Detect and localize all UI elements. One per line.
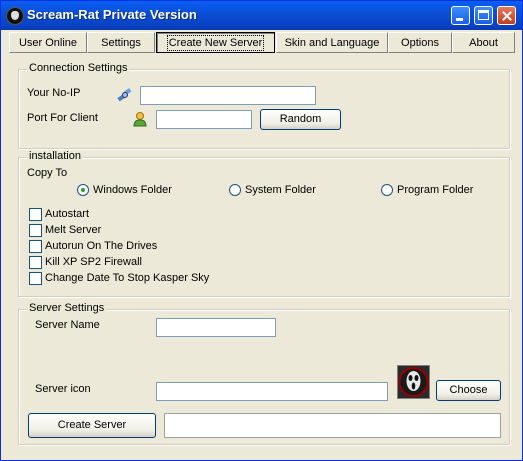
radio-system-folder[interactable] xyxy=(229,184,241,196)
user-icon xyxy=(133,112,147,127)
radio-windows-folder[interactable] xyxy=(77,184,89,196)
tab-options[interactable]: Options xyxy=(388,32,452,53)
tab-about[interactable]: About xyxy=(452,32,515,53)
tab-user-online[interactable]: User Online xyxy=(9,32,87,53)
status-field xyxy=(164,413,501,438)
server-icon-preview xyxy=(397,365,430,399)
checkbox-label: Melt Server xyxy=(45,224,102,236)
checkbox-label: Autostart xyxy=(45,208,90,220)
tab-create-new-server[interactable]: Create New Server xyxy=(156,32,275,53)
autostart-checkbox[interactable] xyxy=(29,208,42,221)
scream-mask-icon xyxy=(6,7,24,25)
tab-label: Options xyxy=(401,37,439,49)
minimize-button[interactable] xyxy=(451,6,470,25)
checkbox-label: Change Date To Stop Kasper Sky xyxy=(45,272,210,284)
tab-label: Skin and Language xyxy=(284,37,380,49)
melt-server-checkbox[interactable] xyxy=(29,224,42,237)
autorun-drives-checkbox[interactable] xyxy=(29,240,42,253)
port-label: Port For Client xyxy=(27,112,98,124)
copy-to-label: Copy To xyxy=(27,167,68,179)
tab-skin-and-language[interactable]: Skin and Language xyxy=(276,32,388,53)
scream-mask-icon xyxy=(398,367,429,397)
change-date-checkbox[interactable] xyxy=(29,272,42,285)
server-icon-path-input[interactable] xyxy=(156,382,388,401)
server-name-input[interactable] xyxy=(156,318,276,337)
maximize-button[interactable] xyxy=(474,6,493,25)
radio-label: Windows Folder xyxy=(93,184,172,196)
server-name-label: Server Name xyxy=(35,319,100,331)
checkbox-label: Autorun On The Drives xyxy=(45,240,158,252)
tab-label: Settings xyxy=(101,37,141,49)
radio-label: Program Folder xyxy=(397,184,474,196)
tab-label: User Online xyxy=(18,37,78,49)
tab-label: About xyxy=(469,37,498,49)
group-label: Server Settings xyxy=(27,302,107,314)
title-bar[interactable]: Scream-Rat Private Version xyxy=(1,1,522,30)
satellite-icon xyxy=(117,88,132,102)
noip-input[interactable] xyxy=(140,86,316,105)
port-input[interactable] xyxy=(156,110,252,129)
close-button[interactable] xyxy=(497,6,516,25)
create-server-button[interactable]: Create Server xyxy=(28,413,156,438)
group-label: Connection Settings xyxy=(27,62,130,74)
radio-label: System Folder xyxy=(245,184,316,196)
noip-label: Your No-IP xyxy=(27,87,81,99)
kill-firewall-checkbox[interactable] xyxy=(29,256,42,269)
radio-program-folder[interactable] xyxy=(381,184,393,196)
random-button[interactable]: Random xyxy=(260,109,341,130)
tab-label: Create New Server xyxy=(166,35,265,51)
tab-bar: User Online Settings Create New Server S… xyxy=(9,32,516,54)
server-icon-label: Server icon xyxy=(35,383,91,395)
checkbox-label: Kill XP SP2 Firewall xyxy=(45,256,142,268)
main-window: Scream-Rat Private Version User Online S… xyxy=(0,0,523,461)
group-label: installation xyxy=(27,150,83,162)
choose-button[interactable]: Choose xyxy=(436,380,501,401)
tab-settings[interactable]: Settings xyxy=(87,32,155,53)
window-title: Scream-Rat Private Version xyxy=(27,7,197,22)
